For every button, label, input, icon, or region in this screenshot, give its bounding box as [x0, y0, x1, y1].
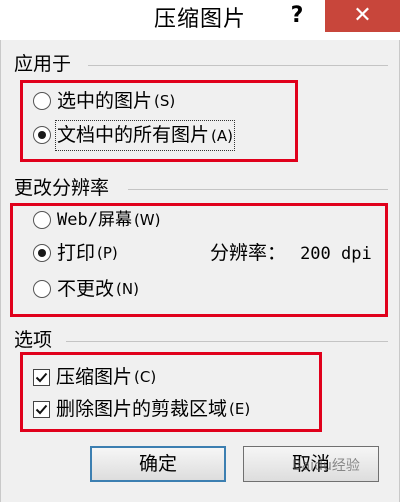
radio-selected-picture-mnemonic: (S)	[154, 92, 176, 110]
checkbox-compress-pictures[interactable]: 压缩图片 (C)	[33, 364, 156, 390]
radio-web-screen-label: Web/屏幕	[57, 210, 132, 230]
checkbox-delete-cropped-areas-label: 删除图片的剪裁区域	[56, 398, 228, 420]
radio-all-pictures-label: 文档中的所有图片	[57, 123, 210, 146]
radio-all-pictures-text: 文档中的所有图片 (A)	[55, 119, 235, 151]
close-button[interactable]: ✕	[325, 0, 400, 32]
radio-web-screen[interactable]: Web/屏幕 (W)	[33, 207, 161, 233]
radio-print-label: 打印	[57, 242, 96, 264]
apply-to-divider	[88, 65, 388, 66]
resolution-readout: 分辨率： 200 dpi	[210, 240, 372, 266]
checkbox-compress-pictures-mnemonic: (C)	[134, 368, 157, 386]
radio-print-indicator[interactable]	[33, 244, 51, 262]
checkmark-icon	[35, 372, 48, 382]
radio-selected-picture-indicator[interactable]	[33, 92, 51, 110]
radio-selected-picture[interactable]: 选中的图片 (S)	[33, 88, 175, 114]
radio-all-pictures[interactable]: 文档中的所有图片 (A)	[33, 119, 235, 151]
checkbox-delete-cropped-areas-box[interactable]	[33, 400, 50, 418]
radio-web-screen-indicator[interactable]	[33, 211, 51, 229]
options-divider	[66, 341, 388, 342]
watermark: Baidu经验	[292, 458, 360, 474]
radio-no-change-mnemonic: (N)	[116, 280, 139, 298]
radio-all-pictures-mnemonic: (A)	[211, 126, 233, 145]
radio-no-change-label: 不更改	[57, 278, 115, 300]
options-label: 选项	[14, 329, 53, 351]
close-icon: ✕	[353, 3, 372, 28]
title-bar: 压缩图片 ? ✕	[0, 0, 400, 40]
radio-no-change[interactable]: 不更改 (N)	[33, 276, 139, 302]
resolution-label: 更改分辨率	[14, 177, 110, 199]
checkbox-delete-cropped-areas-mnemonic: (E)	[229, 400, 251, 418]
radio-print-mnemonic: (P)	[97, 244, 118, 262]
checkbox-delete-cropped-areas[interactable]: 删除图片的剪裁区域 (E)	[33, 396, 250, 422]
help-button[interactable]: ?	[282, 2, 312, 32]
checkbox-compress-pictures-box[interactable]	[33, 368, 50, 386]
apply-to-label: 应用于	[14, 53, 72, 75]
resolution-value-label: 分辨率：	[210, 242, 287, 264]
radio-print[interactable]: 打印 (P)	[33, 240, 118, 266]
checkmark-icon	[35, 404, 48, 414]
resolution-divider	[128, 189, 388, 190]
checkbox-compress-pictures-label: 压缩图片	[56, 366, 133, 388]
radio-all-pictures-indicator[interactable]	[33, 126, 51, 144]
radio-selected-picture-label: 选中的图片	[57, 90, 153, 112]
ok-button[interactable]: 确定	[90, 446, 226, 482]
radio-web-screen-mnemonic: (W)	[133, 211, 161, 229]
resolution-value: 200 dpi	[300, 244, 372, 264]
radio-no-change-indicator[interactable]	[33, 280, 51, 298]
